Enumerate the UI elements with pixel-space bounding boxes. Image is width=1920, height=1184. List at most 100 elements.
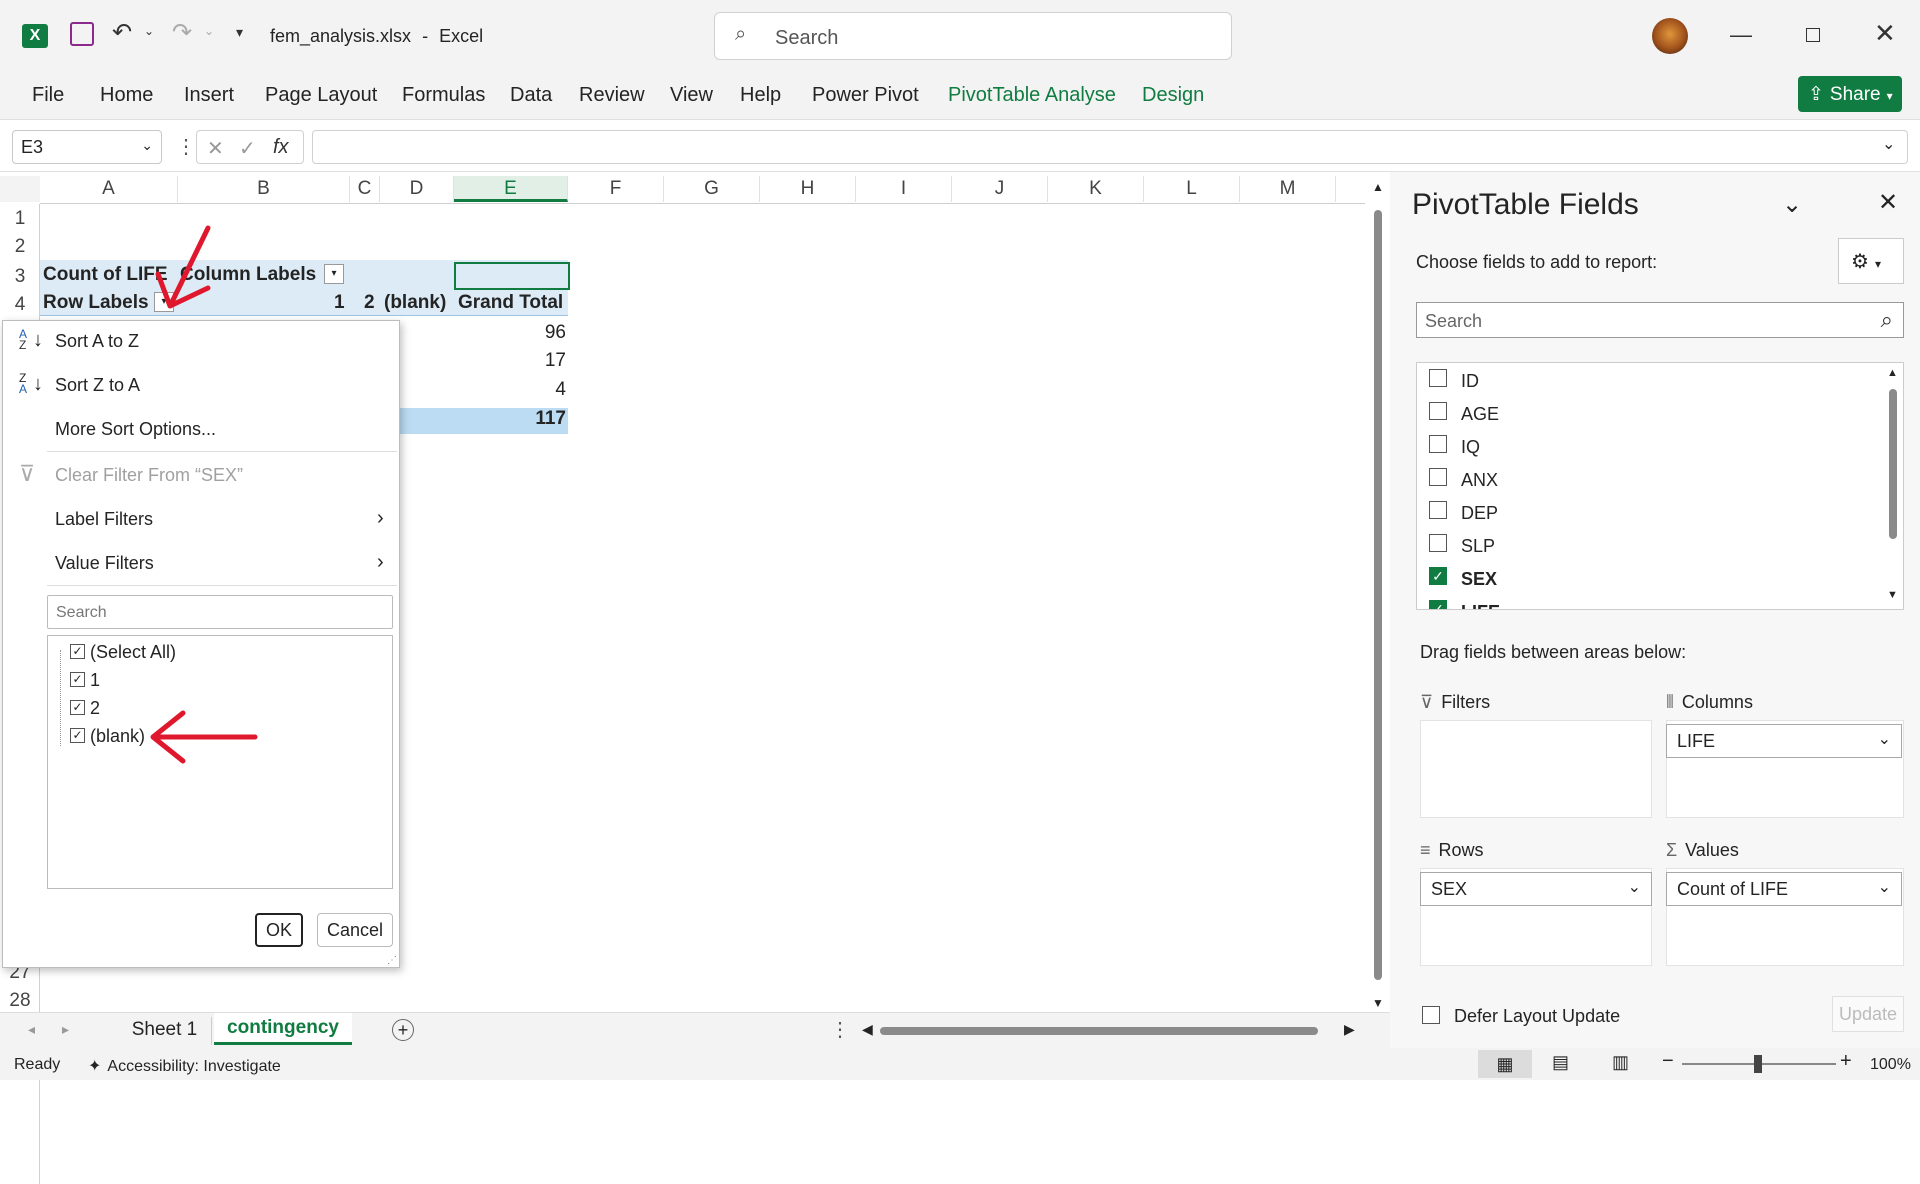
horizontal-scrollbar[interactable]: ◀ ▶: [860, 1021, 1360, 1041]
value-2-checkbox[interactable]: ✓: [70, 700, 85, 715]
value-1-checkbox[interactable]: ✓: [70, 672, 85, 687]
select-all-checkbox[interactable]: ✓: [70, 644, 85, 659]
select-all-label[interactable]: (Select All): [90, 642, 176, 663]
customize-toolbar-icon[interactable]: ▾: [236, 24, 243, 41]
selected-cell-e3[interactable]: [454, 262, 570, 290]
filter-search-input[interactable]: Search: [47, 595, 393, 629]
tab-power-pivot[interactable]: Power Pivot: [812, 84, 919, 107]
resize-grip-icon[interactable]: ⋰: [387, 955, 397, 966]
scroll-left-icon[interactable]: ◀: [862, 1021, 873, 1038]
column-header-i[interactable]: I: [856, 176, 952, 202]
page-layout-view-icon[interactable]: ▤: [1552, 1052, 1569, 1073]
label-filters[interactable]: Label Filters: [55, 509, 153, 530]
field-search-input[interactable]: Search ⌕: [1416, 302, 1904, 338]
field-list-scrollbar[interactable]: ▲ ▼: [1883, 363, 1903, 609]
tab-file[interactable]: File: [32, 84, 64, 107]
restore-icon[interactable]: [1806, 28, 1820, 42]
formula-input[interactable]: [312, 130, 1908, 164]
cell-e4[interactable]: Grand Total: [458, 292, 563, 314]
row-header-2[interactable]: 2: [0, 236, 40, 258]
column-header-f[interactable]: F: [568, 176, 664, 202]
more-sort-options[interactable]: More Sort Options...: [55, 419, 216, 440]
field-sex-label[interactable]: SEX: [1461, 569, 1497, 590]
cell-a4[interactable]: Row Labels: [43, 292, 149, 314]
field-anx-checkbox[interactable]: [1429, 468, 1447, 486]
field-life-checkbox[interactable]: ✓: [1429, 600, 1447, 609]
scroll-thumb[interactable]: [880, 1027, 1318, 1035]
filters-area[interactable]: [1420, 720, 1652, 818]
scroll-down-icon[interactable]: ▼: [1372, 996, 1384, 1010]
tab-help[interactable]: Help: [740, 84, 781, 107]
field-life-label[interactable]: LIFE: [1461, 602, 1500, 609]
row-header-28[interactable]: 28: [0, 990, 40, 1012]
zoom-slider[interactable]: [1682, 1055, 1836, 1073]
column-header-m[interactable]: M: [1240, 176, 1336, 202]
field-age-checkbox[interactable]: [1429, 402, 1447, 420]
defer-layout-checkbox[interactable]: [1422, 1006, 1440, 1024]
cell-e6[interactable]: 17: [520, 350, 566, 372]
value-2-label[interactable]: 2: [90, 698, 100, 719]
field-id-checkbox[interactable]: [1429, 369, 1447, 387]
save-icon[interactable]: [70, 22, 94, 46]
zoom-level[interactable]: 100%: [1870, 1056, 1911, 1074]
field-age-label[interactable]: AGE: [1461, 404, 1499, 425]
scroll-down-icon[interactable]: ▼: [1887, 589, 1898, 601]
field-dep-checkbox[interactable]: [1429, 501, 1447, 519]
scroll-thumb[interactable]: [1374, 210, 1382, 980]
more-options-icon[interactable]: ⋮: [830, 1017, 850, 1042]
field-id-label[interactable]: ID: [1461, 371, 1479, 392]
column-header-a[interactable]: A: [40, 176, 178, 202]
zoom-in-icon[interactable]: +: [1840, 1050, 1852, 1073]
column-labels-filter-button[interactable]: ▾: [324, 264, 344, 284]
more-options-icon[interactable]: ⋮: [176, 134, 196, 159]
cancel-icon[interactable]: ✕: [207, 136, 224, 161]
field-sex-checkbox[interactable]: ✓: [1429, 567, 1447, 585]
close-icon[interactable]: ✕: [1874, 18, 1896, 49]
column-header-c[interactable]: C: [350, 176, 380, 202]
columns-field-dropdown[interactable]: LIFE ⌄: [1666, 724, 1902, 758]
expand-formula-icon[interactable]: ⌄: [1882, 134, 1895, 154]
sheet-tab-contingency[interactable]: contingency: [214, 1013, 352, 1045]
rows-field-dropdown[interactable]: SEX ⌄: [1420, 872, 1652, 906]
undo-dropdown-icon[interactable]: ⌄: [144, 24, 154, 38]
tab-insert[interactable]: Insert: [184, 84, 234, 107]
scroll-right-icon[interactable]: ▶: [1344, 1021, 1355, 1038]
value-1-label[interactable]: 1: [90, 670, 100, 691]
minimize-icon[interactable]: —: [1730, 22, 1752, 48]
tab-review[interactable]: Review: [579, 84, 645, 107]
tab-view[interactable]: View: [670, 84, 713, 107]
page-break-view-icon[interactable]: ▥: [1612, 1052, 1629, 1073]
select-all-corner[interactable]: [0, 176, 40, 202]
accessibility-status[interactable]: ✦ Accessibility: Investigate: [88, 1056, 281, 1076]
field-slp-label[interactable]: SLP: [1461, 536, 1495, 557]
row-header-4[interactable]: 4: [0, 294, 40, 316]
cell-e8[interactable]: 117: [520, 408, 566, 430]
column-header-h[interactable]: H: [760, 176, 856, 202]
row-header-3[interactable]: 3: [0, 266, 40, 288]
tab-data[interactable]: Data: [510, 84, 552, 107]
cell-e7[interactable]: 4: [520, 379, 566, 401]
sheet-tab-sheet1[interactable]: Sheet 1: [118, 1017, 212, 1045]
defer-layout-label[interactable]: Defer Layout Update: [1454, 1006, 1620, 1027]
zoom-thumb[interactable]: [1754, 1055, 1762, 1073]
scroll-sheets-right-icon[interactable]: ▸: [62, 1021, 69, 1038]
field-iq-checkbox[interactable]: [1429, 435, 1447, 453]
cell-b4[interactable]: 1: [334, 292, 345, 314]
redo-icon[interactable]: ↷: [172, 18, 192, 47]
tab-formulas[interactable]: Formulas: [402, 84, 485, 107]
vertical-scrollbar[interactable]: ▲ ▼: [1368, 180, 1388, 1010]
panel-close-icon[interactable]: ✕: [1878, 188, 1898, 217]
cancel-button[interactable]: Cancel: [317, 913, 393, 947]
panel-options-chevron-icon[interactable]: ⌄: [1782, 190, 1802, 219]
column-header-g[interactable]: G: [664, 176, 760, 202]
tab-design[interactable]: Design: [1142, 84, 1204, 107]
insert-function-icon[interactable]: fx: [273, 136, 289, 159]
search-box[interactable]: ⌕ Search: [714, 12, 1232, 60]
value-blank-checkbox[interactable]: ✓: [70, 728, 85, 743]
scroll-sheets-left-icon[interactable]: ◂: [28, 1021, 35, 1038]
column-header-k[interactable]: K: [1048, 176, 1144, 202]
tab-home[interactable]: Home: [100, 84, 153, 107]
column-header-d[interactable]: D: [380, 176, 454, 202]
enter-icon[interactable]: ✓: [239, 136, 256, 161]
sort-a-to-z[interactable]: Sort A to Z: [55, 331, 139, 352]
